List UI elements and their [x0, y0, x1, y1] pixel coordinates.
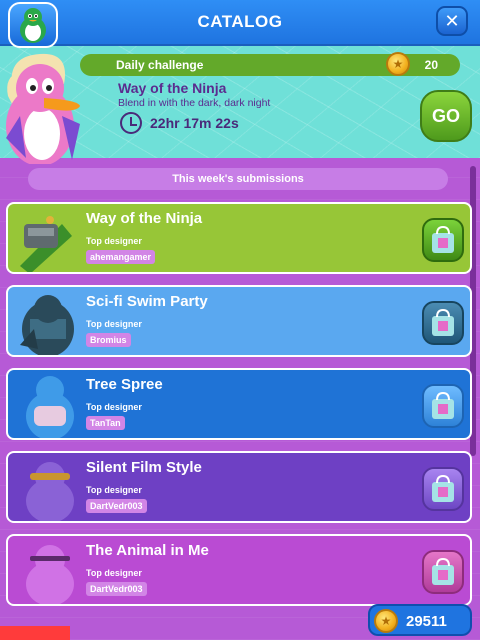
shopping-bag-icon — [432, 308, 454, 336]
coin-icon: ★ — [374, 609, 398, 633]
submission-name: Silent Film Style — [86, 459, 202, 476]
close-button[interactable]: ✕ — [436, 6, 468, 36]
coin-icon: ★ — [386, 52, 410, 76]
challenge-description: Blend in with the dark, dark night — [118, 97, 271, 109]
shopping-bag-icon — [432, 557, 454, 585]
top-designer-label: Top designer — [86, 568, 142, 578]
ninja-armband-icon — [20, 216, 72, 272]
submissions-list[interactable]: This week's submissions Way of the Ninja… — [0, 158, 480, 640]
coin-balance[interactable]: ★ 29511 — [368, 604, 472, 636]
challenge-name: Way of the Ninja — [118, 80, 227, 96]
shopping-bag-icon — [432, 225, 454, 253]
submission-name: The Animal in Me — [86, 542, 209, 559]
buy-item-button[interactable] — [422, 384, 464, 428]
top-designer-label: Top designer — [86, 402, 142, 412]
submission-name: Way of the Ninja — [86, 210, 203, 227]
submission-card[interactable]: Sci-fi Swim Party Top designer Bromius — [6, 285, 472, 357]
tab-weekly-submissions[interactable]: This week's submissions — [28, 168, 448, 190]
designer-name: ahemangamer — [86, 250, 156, 264]
page-title: CATALOG — [197, 12, 283, 31]
catalog-header: CATALOG ✕ — [0, 0, 480, 46]
penguin-silhouette-icon — [26, 462, 74, 521]
shopping-bag-icon — [432, 391, 454, 419]
buy-item-button[interactable] — [422, 218, 464, 262]
go-button[interactable]: GO — [420, 90, 472, 142]
top-designer-label: Top designer — [86, 485, 142, 495]
penguin-avatar-icon — [20, 8, 46, 43]
top-designer-label: Top designer — [86, 319, 142, 329]
submission-card[interactable]: Silent Film Style Top designer DartVedr0… — [6, 451, 472, 523]
submission-card[interactable]: Way of the Ninja Top designer ahemangame… — [6, 202, 472, 274]
coin-amount: 29511 — [406, 613, 447, 630]
designer-name: DartVedr003 — [86, 582, 147, 596]
penguin-silhouette-icon — [26, 376, 74, 438]
submission-card[interactable]: Tree Spree Top designer TanTan — [6, 368, 472, 440]
submission-name: Sci-fi Swim Party — [86, 293, 208, 310]
buy-item-button[interactable] — [422, 301, 464, 345]
designer-name: DartVedr003 — [86, 499, 147, 513]
designer-name: TanTan — [86, 416, 125, 430]
submission-name: Tree Spree — [86, 376, 163, 393]
submission-card[interactable]: The Animal in Me Top designer DartVedr00… — [6, 534, 472, 606]
challenge-timer: 22hr 17m 22s — [150, 115, 239, 131]
penguin-silhouette-icon — [26, 545, 74, 604]
player-avatar-button[interactable] — [8, 2, 58, 48]
clock-icon — [120, 112, 142, 134]
top-designer-label: Top designer — [86, 236, 142, 246]
shopping-bag-icon — [432, 474, 454, 502]
scifi-suit-icon — [20, 295, 74, 355]
buy-item-button[interactable] — [422, 550, 464, 594]
buy-item-button[interactable] — [422, 467, 464, 511]
challenge-label: Daily challenge — [116, 58, 204, 72]
penguin-character-icon — [6, 53, 80, 164]
designer-name: Bromius — [86, 333, 131, 347]
footer-strip — [0, 626, 70, 640]
challenge-reward: 20 — [424, 58, 438, 72]
